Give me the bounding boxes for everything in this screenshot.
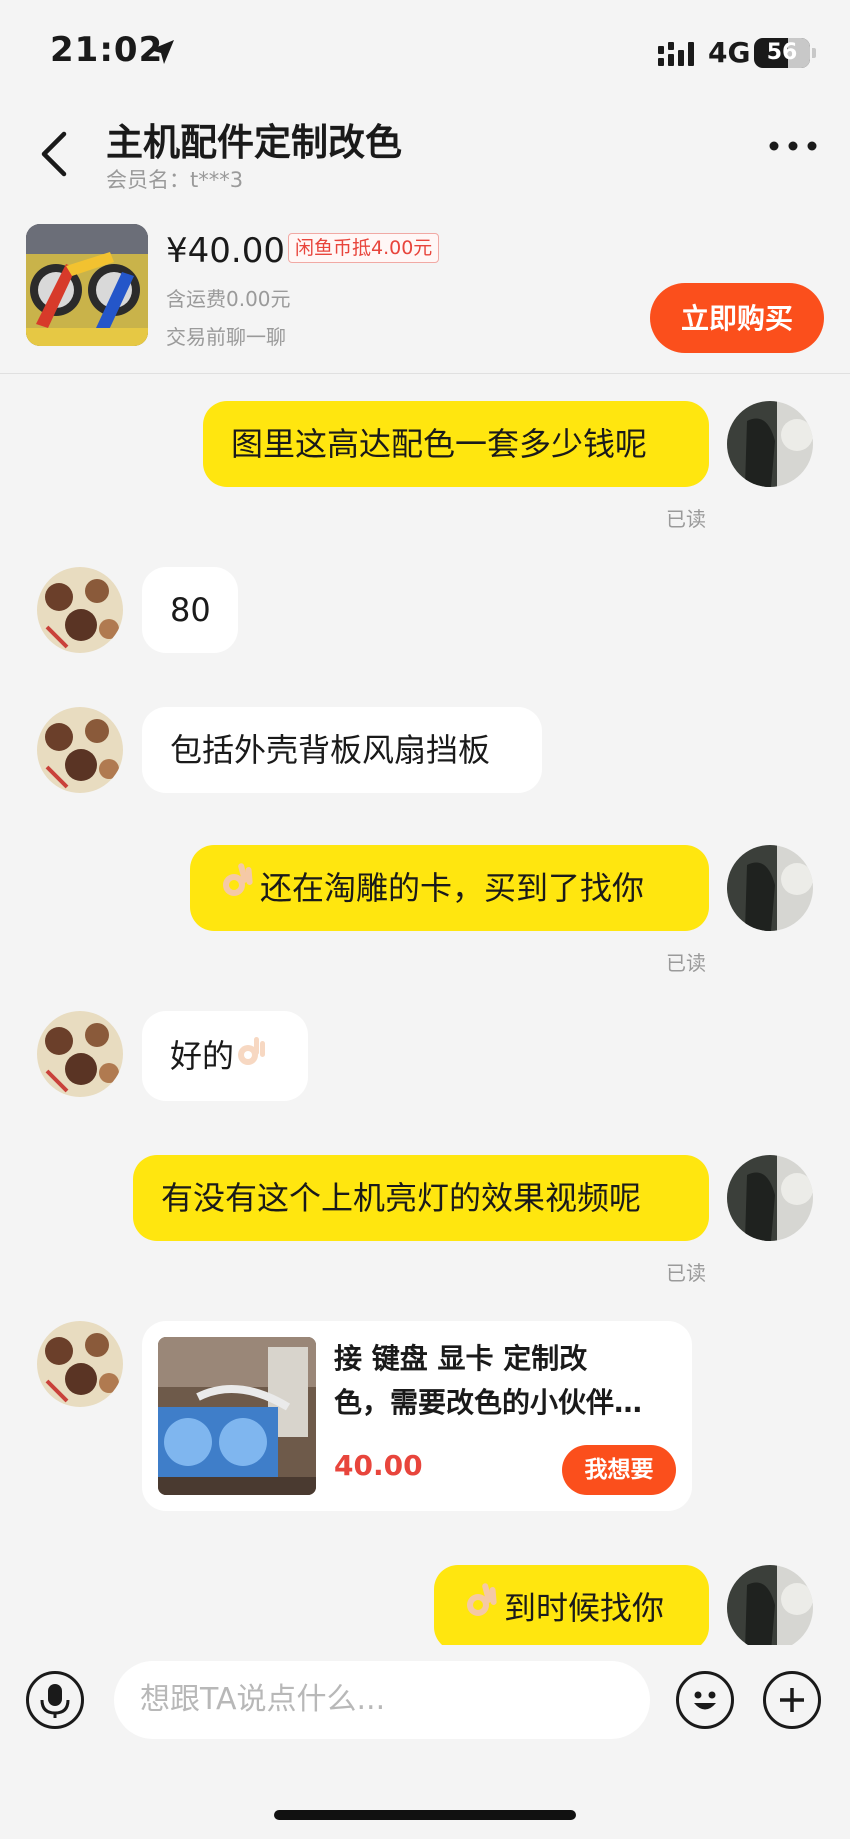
read-receipt: 已读	[666, 1261, 706, 1285]
item-thumbnail[interactable]	[158, 1337, 316, 1495]
message-text: 还在淘雕的卡，买到了找你	[260, 869, 645, 907]
product-image[interactable]	[26, 224, 148, 346]
location-arrow-icon	[150, 40, 174, 64]
product-price: ¥40.00	[166, 231, 285, 271]
avatar[interactable]	[727, 1565, 813, 1645]
message-bubble-incoming[interactable]: 80	[142, 567, 238, 653]
message-input-bar: 想跟TA说点什么...	[0, 1645, 850, 1755]
want-button[interactable]: 我想要	[562, 1445, 676, 1495]
smiley-face-icon	[694, 1691, 716, 1710]
item-share-card[interactable]: 接 键盘 显卡 定制改 色，需要改色的小伙伴… 40.00 我想要	[142, 1321, 692, 1511]
message-text: 80	[170, 591, 211, 629]
ok-hand-emoji-icon	[462, 1567, 502, 1645]
message-text: 图里这高达配色一套多少钱呢	[231, 425, 648, 463]
read-receipt: 已读	[666, 507, 706, 531]
plus-icon	[780, 1688, 804, 1712]
message-bubble-outgoing[interactable]: 有没有这个上机亮灯的效果视频呢	[133, 1155, 709, 1241]
message-text: 有没有这个上机亮灯的效果视频呢	[161, 1179, 642, 1217]
voice-input-button[interactable]	[26, 1671, 84, 1729]
ok-sign-emoji-icon	[234, 1013, 268, 1103]
buy-now-button[interactable]: 立即购买	[650, 283, 824, 353]
status-bar: 21:02 4G 56	[0, 0, 850, 100]
message-text: 好的	[170, 1037, 235, 1075]
message-list[interactable]: 图里这高达配色一套多少钱呢 已读 80 包括外壳背板风扇挡板 还在淘雕的卡，买到…	[0, 375, 850, 1645]
chat-header: 主机配件定制改色 会员名：t***3	[0, 100, 850, 200]
message-bubble-incoming[interactable]: 包括外壳背板风扇挡板	[142, 707, 542, 793]
message-bubble-outgoing[interactable]: 还在淘雕的卡，买到了找你	[190, 845, 709, 931]
back-arrow-icon[interactable]	[34, 128, 78, 180]
read-receipt: 已读	[666, 951, 706, 975]
emoji-button[interactable]	[676, 1671, 734, 1729]
microphone-icon	[40, 1684, 70, 1718]
coin-discount-badge: 闲鱼币抵4.00元	[288, 233, 440, 263]
avatar[interactable]	[37, 567, 123, 653]
message-text: 包括外壳背板风扇挡板	[170, 731, 491, 769]
message-text: 到时候找你	[504, 1589, 665, 1627]
avatar[interactable]	[37, 707, 123, 793]
status-time: 21:02	[50, 30, 164, 70]
page-title: 主机配件定制改色	[106, 121, 402, 164]
message-bubble-outgoing[interactable]: 到时候找你	[434, 1565, 709, 1645]
message-bubble-outgoing[interactable]: 图里这高达配色一套多少钱呢	[203, 401, 709, 487]
battery-level: 56	[766, 40, 798, 65]
product-summary[interactable]: ¥40.00 闲鱼币抵4.00元 含运费0.00元 交易前聊一聊 立即购买	[0, 205, 850, 374]
member-name: 会员名：t***3	[106, 168, 244, 192]
avatar[interactable]	[727, 1155, 813, 1241]
item-price: 40.00	[334, 1449, 423, 1482]
ok-hand-emoji-icon	[218, 847, 258, 933]
avatar[interactable]	[37, 1011, 123, 1097]
item-title: 接 键盘 显卡 定制改 色，需要改色的小伙伴…	[334, 1342, 643, 1419]
avatar[interactable]	[37, 1321, 123, 1407]
pre-trade-note: 交易前聊一聊	[166, 325, 286, 349]
avatar[interactable]	[727, 401, 813, 487]
network-type: 4G	[708, 36, 751, 69]
message-bubble-incoming[interactable]: 好的	[142, 1011, 308, 1101]
home-indicator[interactable]	[274, 1810, 576, 1820]
shipping-fee: 含运费0.00元	[166, 287, 291, 311]
more-options-icon[interactable]	[768, 136, 818, 156]
signal-icon	[658, 42, 694, 66]
message-input[interactable]: 想跟TA说点什么...	[114, 1661, 650, 1739]
more-actions-button[interactable]	[763, 1671, 821, 1729]
avatar[interactable]	[727, 845, 813, 931]
battery-icon: 56	[754, 38, 810, 68]
